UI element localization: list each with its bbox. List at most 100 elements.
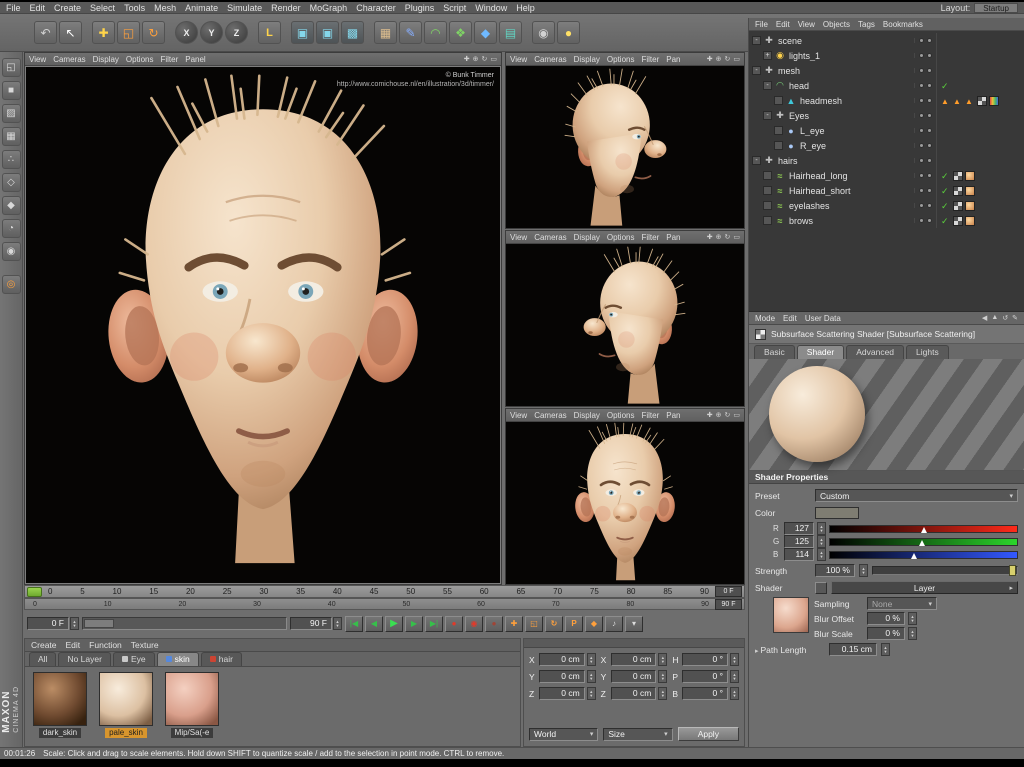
path-length-stepper[interactable]	[881, 643, 890, 656]
visibility-dots[interactable]	[914, 83, 936, 88]
expand-toggle[interactable]	[763, 171, 772, 180]
object-name[interactable]: hairs	[778, 156, 798, 166]
object-tree-row[interactable]: Hairhead_short	[749, 183, 1024, 198]
record-options-button[interactable]: ●	[485, 615, 503, 632]
menu-item[interactable]: Edit	[30, 3, 46, 13]
object-tree-row[interactable]: brows	[749, 213, 1024, 228]
material-layer-tab[interactable]: Eye	[112, 652, 155, 666]
rotate-tool[interactable]: ↻	[142, 21, 165, 44]
zoom-view-icon[interactable]: ⊕	[473, 55, 479, 63]
expand-toggle[interactable]	[763, 216, 772, 225]
viewport-menu-item[interactable]: Options	[607, 55, 635, 64]
pan-view-icon[interactable]: ✚	[464, 55, 470, 63]
key-scale-toggle[interactable]: ◱	[525, 615, 543, 632]
record-keyframe-button[interactable]: ●	[445, 615, 463, 632]
material-layer-tab[interactable]: skin	[156, 652, 199, 666]
viewport-perspective[interactable]: View Cameras Display Options Filter Panel ✚ ⊕ ↻…	[24, 52, 502, 585]
viewport-left-side[interactable]: View Cameras Display Options Filter Pan ✚ ⊕ ↻ ▭	[505, 230, 745, 407]
object-tree-row[interactable]: R_eye	[749, 138, 1024, 153]
size-stepper[interactable]	[658, 670, 668, 683]
viewport-menu-item[interactable]: Display	[574, 55, 600, 64]
tri-tag[interactable]	[941, 96, 951, 106]
checker-tag[interactable]	[953, 215, 963, 226]
object-manager-menu-item[interactable]: View	[798, 20, 815, 29]
rotation-field[interactable]: 0 °	[682, 670, 729, 683]
snap-settings-button[interactable]: ◎	[1, 275, 21, 294]
workplane-mode-button[interactable]: ▦	[1, 127, 21, 146]
object-manager-menu-item[interactable]: Objects	[823, 20, 850, 29]
strength-slider-handle[interactable]	[1009, 565, 1016, 576]
key-position-toggle[interactable]: ✚	[505, 615, 523, 632]
pan-view-icon[interactable]: ✚	[707, 55, 713, 63]
object-name[interactable]: brows	[789, 216, 813, 226]
expand-toggle[interactable]: +	[763, 51, 772, 60]
autokey-button[interactable]: ◉	[465, 615, 483, 632]
rotate-view-icon[interactable]: ↻	[725, 233, 731, 241]
add-array-button[interactable]: ❖	[449, 21, 472, 44]
color-swatch[interactable]	[815, 506, 859, 519]
checker-tag[interactable]	[977, 95, 987, 106]
layer-thumbnail[interactable]	[773, 597, 809, 633]
material-layer-tab[interactable]: hair	[200, 652, 242, 666]
object-manager-menu-item[interactable]: Edit	[776, 20, 790, 29]
blur-offset-stepper[interactable]	[908, 612, 917, 625]
position-stepper[interactable]	[586, 670, 596, 683]
viewport-front[interactable]: View Cameras Display Options Filter Pan ✚ ⊕ ↻ ▭	[505, 408, 745, 585]
blur-scale-field[interactable]: 0 %	[867, 627, 905, 640]
prev-frame-button[interactable]: ◀	[365, 615, 383, 632]
material-menu-item[interactable]: Texture	[131, 640, 159, 650]
visibility-dots[interactable]	[914, 113, 936, 118]
menu-item[interactable]: Create	[54, 3, 81, 13]
viewport-menu-item[interactable]: Pan	[666, 55, 680, 64]
rotation-field[interactable]: 0 °	[682, 653, 729, 666]
channel-value-field[interactable]: 125	[784, 535, 814, 548]
object-name[interactable]: L_eye	[800, 126, 825, 136]
strength-field[interactable]: 100 %	[815, 564, 855, 577]
key-parameter-toggle[interactable]: P	[565, 615, 583, 632]
object-manager-menu-item[interactable]: Bookmarks	[883, 20, 923, 29]
viewport-menu-item[interactable]: Display	[574, 233, 600, 242]
viewport-menu-item[interactable]: Options	[607, 233, 635, 242]
material-thumbnail[interactable]	[33, 672, 87, 726]
start-frame-field[interactable]: 0 F	[27, 617, 69, 630]
menu-item[interactable]: Simulate	[227, 3, 262, 13]
edges-mode-button[interactable]: ◇	[1, 173, 21, 192]
shader-preview-area[interactable]	[749, 359, 1024, 471]
position-stepper[interactable]	[586, 653, 596, 666]
viewport-menu-item[interactable]: Filter	[641, 411, 659, 420]
material-layer-tab[interactable]: No Layer	[58, 652, 111, 666]
menu-item[interactable]: MoGraph	[310, 3, 348, 13]
viewport-menu-item[interactable]: Display	[574, 411, 600, 420]
goto-start-button[interactable]: |◀	[345, 615, 363, 632]
position-field[interactable]: 0 cm	[539, 670, 585, 683]
position-stepper[interactable]	[586, 687, 596, 700]
size-field[interactable]: 0 cm	[610, 653, 657, 666]
add-light-button[interactable]: ●	[557, 21, 580, 44]
lock-y-button[interactable]: Y	[200, 21, 223, 44]
layer-button[interactable]: Layer	[831, 581, 1018, 594]
move-tool[interactable]: ✚	[92, 21, 115, 44]
render-settings-button[interactable]: ▩	[341, 21, 364, 44]
size-stepper[interactable]	[658, 687, 668, 700]
material-name[interactable]: dark_skin	[38, 728, 82, 738]
rotation-stepper[interactable]	[730, 653, 740, 666]
rotate-view-icon[interactable]: ↻	[725, 55, 731, 63]
hairmat-tag[interactable]	[965, 185, 975, 196]
sampling-dropdown[interactable]: None	[867, 597, 937, 610]
viewport-menu-item[interactable]: Filter	[160, 55, 178, 64]
visibility-dots[interactable]	[914, 188, 936, 193]
object-name[interactable]: Hairhead_short	[789, 186, 851, 196]
hairmat-tag[interactable]	[965, 215, 975, 226]
material-name[interactable]: Mip/Sa(-e	[170, 728, 214, 738]
expand-toggle[interactable]	[774, 126, 783, 135]
expand-toggle[interactable]: -	[763, 111, 772, 120]
add-nurbs-button[interactable]: ◠	[424, 21, 447, 44]
attribute-tab[interactable]: Advanced	[846, 345, 905, 359]
material-item[interactable]: dark_skin	[33, 672, 87, 738]
render-picture-viewer-button[interactable]: ▣	[316, 21, 339, 44]
material-layer-tab[interactable]: All	[29, 652, 57, 666]
object-tree-row[interactable]: - head	[749, 78, 1024, 93]
checker-tag[interactable]	[953, 185, 963, 196]
object-tree-row[interactable]: Hairhead_long	[749, 168, 1024, 183]
visibility-dots[interactable]	[914, 173, 936, 178]
